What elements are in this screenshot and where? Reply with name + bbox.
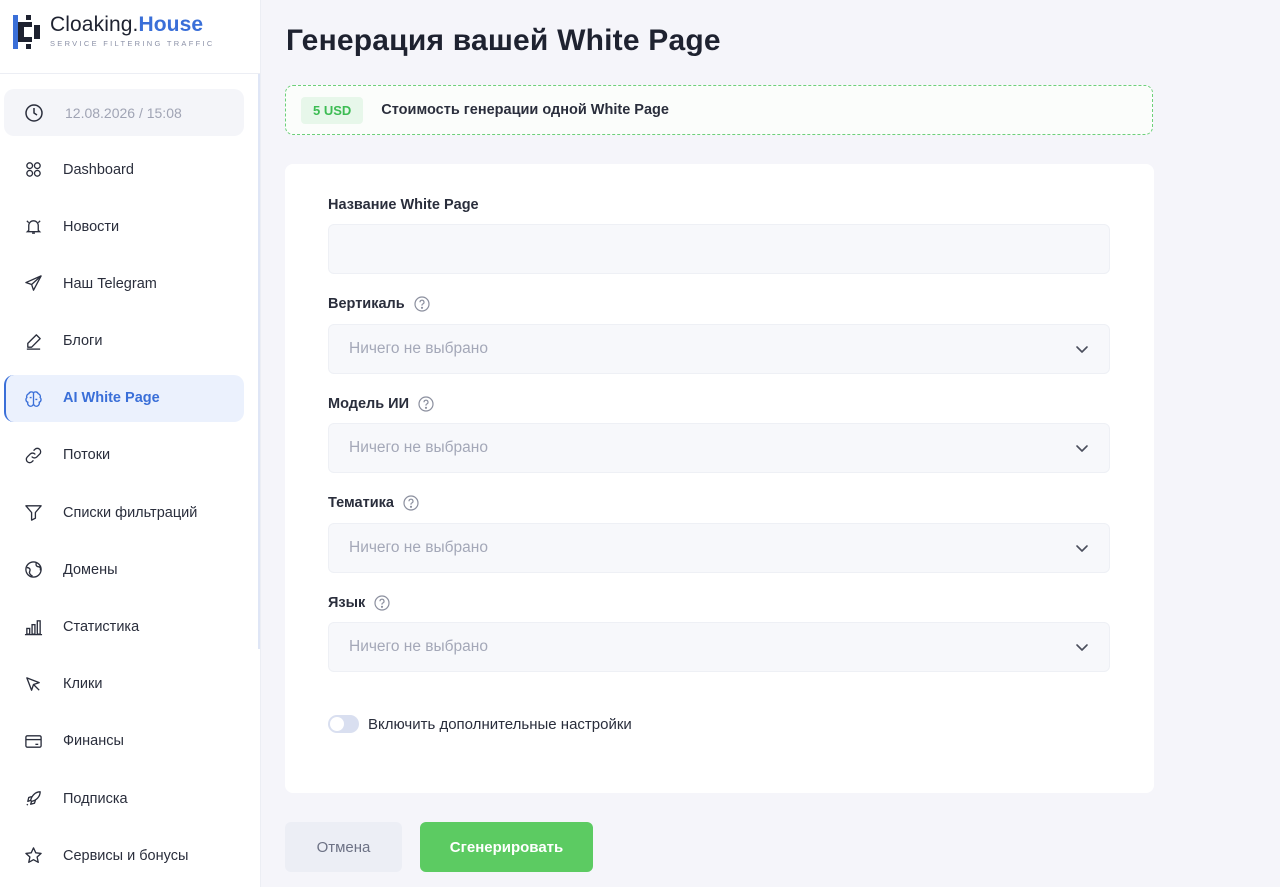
pencil-icon [26,333,41,350]
sidebar-item-label: Наш Telegram [63,275,157,292]
logo-name: Cloaking.House [50,13,204,36]
toggle-knob [330,717,344,731]
advanced-settings-row: Включить дополнительные настройки [328,715,632,733]
sidebar-item-label: Клики [63,676,103,693]
sidebar-scrollbar[interactable] [258,74,260,649]
rocket-icon [25,791,41,806]
sidebar-item-news[interactable]: Новости [4,203,244,250]
logo-text: Cloaking.House SERVICE FILTERING TRAFFIC [50,12,215,48]
sidebar-item-label: Новости [63,218,120,235]
bell-icon [25,220,41,235]
price-badge: 5 USD [301,96,364,124]
bar-chart-icon [24,619,42,635]
sidebar-nav: Dashboard Новости Наш Telegram Блоги AI … [4,146,244,887]
sidebar-item-label: Потоки [63,447,111,464]
generation-form: Название White Page Вертикаль Ничего не … [285,164,1154,793]
sidebar-item-domains[interactable]: Домены [4,546,244,593]
price-banner: 5 USD Стоимость генерации одной White Pa… [285,85,1153,135]
chevron-down-icon [1076,644,1088,651]
sidebar-item-subscription[interactable]: Подписка [4,775,244,822]
telegram-icon [24,275,42,292]
logo-tagline: SERVICE FILTERING TRAFFIC [50,39,215,48]
sidebar-item-label: Домены [63,561,118,578]
clock-icon [25,103,43,122]
filter-icon [24,505,42,521]
price-description: Стоимость генерации одной White Page [381,102,669,118]
sidebar-item-label: Списки фильтраций [63,504,198,521]
help-icon[interactable] [374,595,390,611]
language-select[interactable]: Ничего не выбрано [328,622,1110,672]
sidebar-item-label: Подписка [63,790,128,807]
logo-mark-icon [13,15,40,49]
sidebar: Cloaking.House SERVICE FILTERING TRAFFIC… [0,0,261,887]
sidebar-item-label: Статистика [63,619,140,635]
sidebar-item-telegram[interactable]: Наш Telegram [4,260,244,307]
sidebar-item-blogs[interactable]: Блоги [4,318,244,365]
advanced-settings-toggle[interactable] [328,715,359,733]
chevron-down-icon [1076,545,1088,552]
sidebar-item-flows[interactable]: Потоки [4,432,244,479]
cancel-button[interactable]: Отмена [285,822,402,872]
link-icon [25,447,41,464]
wallet-icon [24,735,42,748]
sidebar-item-services-bonuses[interactable]: Сервисы и бонусы [4,832,244,879]
advanced-settings-label: Включить дополнительные настройки [368,715,632,733]
ai-model-select[interactable]: Ничего не выбрано [328,423,1110,473]
help-icon[interactable] [403,495,419,511]
theme-select[interactable]: Ничего не выбрано [328,523,1110,573]
chevron-down-icon [1076,346,1088,353]
theme-label: Тематика [328,495,419,511]
datetime-display: 12.08.2026 / 15:08 [4,89,244,136]
logo[interactable]: Cloaking.House SERVICE FILTERING TRAFFIC [12,12,215,52]
sidebar-divider [0,73,261,74]
help-icon[interactable] [418,396,434,412]
sidebar-item-label: Блоги [63,333,103,350]
sidebar-item-finances[interactable]: Финансы [4,718,244,765]
language-select-value: Ничего не выбрано [349,638,488,655]
sidebar-item-dashboard[interactable]: Dashboard [4,146,244,193]
cursor-icon [25,676,40,691]
sidebar-item-label: Dashboard [63,161,134,178]
vertical-select-value: Ничего не выбрано [349,340,488,357]
name-input[interactable] [328,224,1110,274]
ai-model-label: Модель ИИ [328,396,434,412]
vertical-label: Вертикаль [328,296,430,312]
sidebar-item-filter-lists[interactable]: Списки фильтраций [4,489,244,536]
star-icon [24,847,42,864]
datetime-text: 12.08.2026 / 15:08 [65,104,182,121]
chevron-down-icon [1076,445,1088,452]
dashboard-icon [25,162,41,177]
sidebar-item-label: Финансы [63,733,124,750]
language-label: Язык [328,595,390,611]
brain-icon [24,390,42,407]
globe-icon [24,561,42,579]
theme-select-value: Ничего не выбрано [349,539,488,556]
page-title: Генерация вашей White Page [286,24,721,57]
sidebar-item-label: Сервисы и бонусы [63,847,189,864]
ai-model-select-value: Ничего не выбрано [349,439,488,456]
generate-button[interactable]: Сгенерировать [420,822,593,872]
sidebar-item-clicks[interactable]: Клики [4,661,244,708]
vertical-select[interactable]: Ничего не выбрано [328,324,1110,374]
sidebar-item-ai-white-page[interactable]: AI White Page [4,374,244,422]
name-label: Название White Page [328,197,479,213]
sidebar-item-label: AI White Page [63,390,160,407]
help-icon[interactable] [414,296,430,312]
sidebar-item-statistics[interactable]: Статистика [4,604,244,651]
